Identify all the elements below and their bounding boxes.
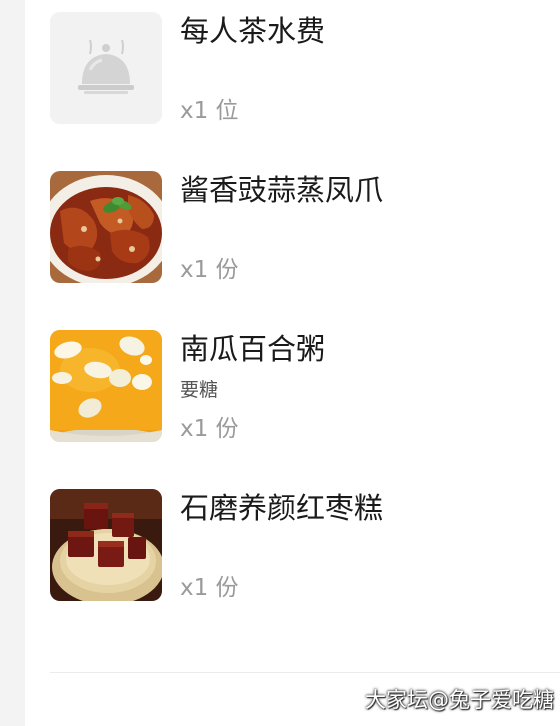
- order-item-chicken-feet[interactable]: 酱香豉蒜蒸凤爪 x1 份: [50, 171, 560, 283]
- left-gutter: [0, 0, 25, 726]
- dish-note: 要糖: [180, 379, 219, 401]
- dish-placeholder-image: [50, 12, 162, 124]
- dish-name: 南瓜百合粥: [180, 332, 326, 366]
- dish-name: 酱香豉蒜蒸凤爪: [180, 173, 384, 207]
- dish-name: 每人茶水费: [180, 14, 326, 48]
- dish-quantity: x1 份: [180, 575, 239, 601]
- dish-photo-red-date-cake: [50, 489, 162, 601]
- dish-photo-chicken-feet: [50, 171, 162, 283]
- dish-name: 石磨养颜红枣糕: [180, 491, 384, 525]
- dish-quantity: x1 份: [180, 416, 239, 442]
- order-item-pumpkin-porridge[interactable]: 南瓜百合粥 要糖 x1 份: [50, 330, 560, 442]
- watermark: 大家坛@兔子爱吃糖: [365, 688, 554, 712]
- dish-photo-pumpkin-porridge: [50, 330, 162, 442]
- list-divider: [50, 672, 560, 673]
- dish-quantity: x1 份: [180, 257, 239, 283]
- order-item-red-date-cake[interactable]: 石磨养颜红枣糕 x1 份: [50, 489, 560, 601]
- dish-quantity: x1 位: [180, 98, 239, 124]
- order-item-tea-fee[interactable]: 每人茶水费 x1 位: [50, 12, 560, 124]
- cloche-icon: [50, 12, 162, 124]
